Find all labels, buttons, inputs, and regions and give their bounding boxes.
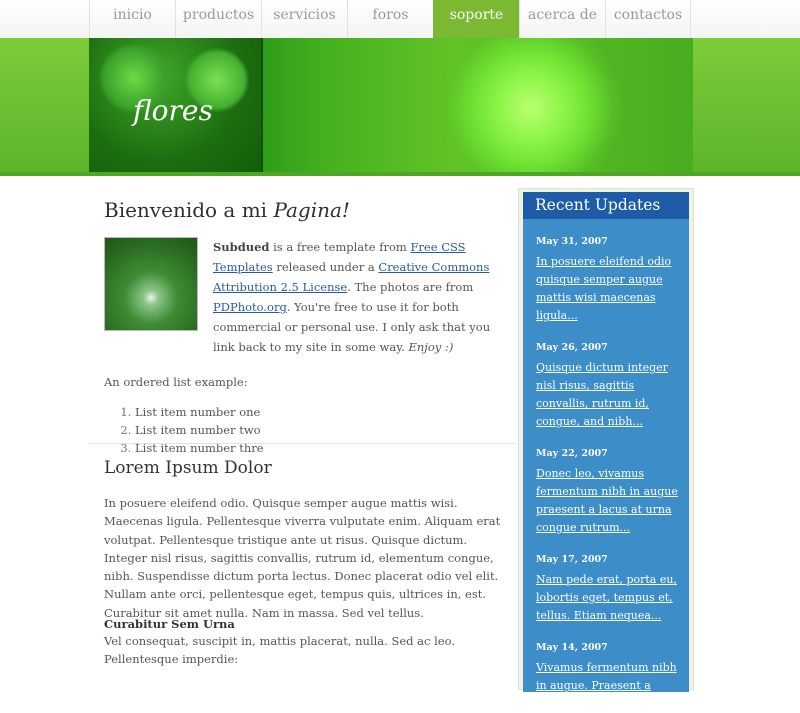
intro-block: Subdued is a free template from Free CSS… bbox=[104, 237, 504, 357]
pdphoto-link[interactable]: PDPhoto.org bbox=[213, 300, 287, 314]
page-title-emphasis: Pagina! bbox=[273, 198, 350, 222]
intro-text-3: . The photos are from bbox=[347, 280, 474, 294]
nav-item-productos[interactable]: productos bbox=[175, 0, 261, 38]
update-date: May 31, 2007 bbox=[536, 236, 608, 247]
intro-text-1: is a free template from bbox=[269, 240, 411, 254]
nav-item-soporte[interactable]: soporte bbox=[433, 0, 519, 38]
sidebar: Recent Updates May 31, 2007 In posuere e… bbox=[518, 188, 694, 710]
header-banner: flores bbox=[0, 38, 800, 174]
nav-item-inicio[interactable]: inicio bbox=[89, 0, 175, 38]
update-link[interactable]: Vivamus fermentum nibh in augue. Praesen… bbox=[536, 659, 681, 713]
update-entry: May 31, 2007 In posuere eleifend odio qu… bbox=[523, 236, 689, 325]
update-link[interactable]: Nam pede erat, porta eu, lobortis eget, … bbox=[536, 571, 681, 625]
list-item: List item number two bbox=[135, 421, 504, 439]
update-entry: May 22, 2007 Donec leo, vivamus fermentu… bbox=[523, 448, 689, 537]
nav-item-foros[interactable]: foros bbox=[347, 0, 433, 38]
top-navigation: inicio productos servicios foros soporte… bbox=[0, 0, 800, 39]
update-date: May 22, 2007 bbox=[536, 448, 608, 459]
section-paragraph: In posuere eleifend odio. Quisque semper… bbox=[104, 496, 501, 620]
nav-item-acerca-de[interactable]: acerca de bbox=[519, 0, 605, 38]
nav-item-servicios[interactable]: servicios bbox=[261, 0, 347, 38]
recent-updates-box: Recent Updates May 31, 2007 In posuere e… bbox=[523, 192, 689, 710]
update-entry: May 26, 2007 Quisque dictum integer nisl… bbox=[523, 342, 689, 431]
update-link[interactable]: In posuere eleifend odio quisque semper … bbox=[536, 253, 681, 325]
nav-item-contactos[interactable]: contactos bbox=[605, 0, 691, 38]
list-item: List item number thre bbox=[135, 439, 504, 457]
page-title-prefix: Bienvenido a mi bbox=[104, 198, 274, 222]
site-title: flores bbox=[133, 94, 213, 127]
recent-updates-title: Recent Updates bbox=[523, 192, 689, 219]
update-link[interactable]: Donec leo, vivamus fermentum nibh in aug… bbox=[536, 465, 681, 537]
intro-paragraph: Subdued is a free template from Free CSS… bbox=[213, 237, 504, 357]
banner-bottom-stripe bbox=[0, 172, 800, 176]
leaf-dewdrop-photo bbox=[104, 237, 198, 331]
ordered-list-label: An ordered list example: bbox=[104, 375, 248, 389]
example-ordered-list: List item number one List item number tw… bbox=[104, 403, 504, 457]
section-divider bbox=[89, 443, 515, 444]
main-content: Bienvenido a mi Pagina! Subdued is a fre… bbox=[104, 180, 504, 457]
section-paragraph-2: Vel consequat, suscipit in, mattis place… bbox=[104, 634, 455, 667]
section-heading: Lorem Ipsum Dolor bbox=[104, 458, 272, 478]
update-link[interactable]: Quisque dictum integer nisl risus, sagit… bbox=[536, 359, 681, 431]
list-item: List item number one bbox=[135, 403, 504, 421]
dandelion-flower bbox=[441, 38, 621, 172]
update-date: May 17, 2007 bbox=[536, 554, 608, 565]
section-subheading: Curabitur Sem Urna bbox=[104, 617, 235, 631]
update-entry: May 17, 2007 Nam pede erat, porta eu, lo… bbox=[523, 554, 689, 625]
nav-menu: inicio productos servicios foros soporte… bbox=[89, 0, 691, 38]
page-title: Bienvenido a mi Pagina! bbox=[104, 198, 504, 222]
brand-name: Subdued bbox=[213, 240, 270, 254]
update-date: May 26, 2007 bbox=[536, 342, 608, 353]
update-date: May 14, 2007 bbox=[536, 642, 608, 653]
intro-text-2: released under a bbox=[272, 260, 379, 274]
intro-enjoy: Enjoy :) bbox=[408, 340, 454, 354]
